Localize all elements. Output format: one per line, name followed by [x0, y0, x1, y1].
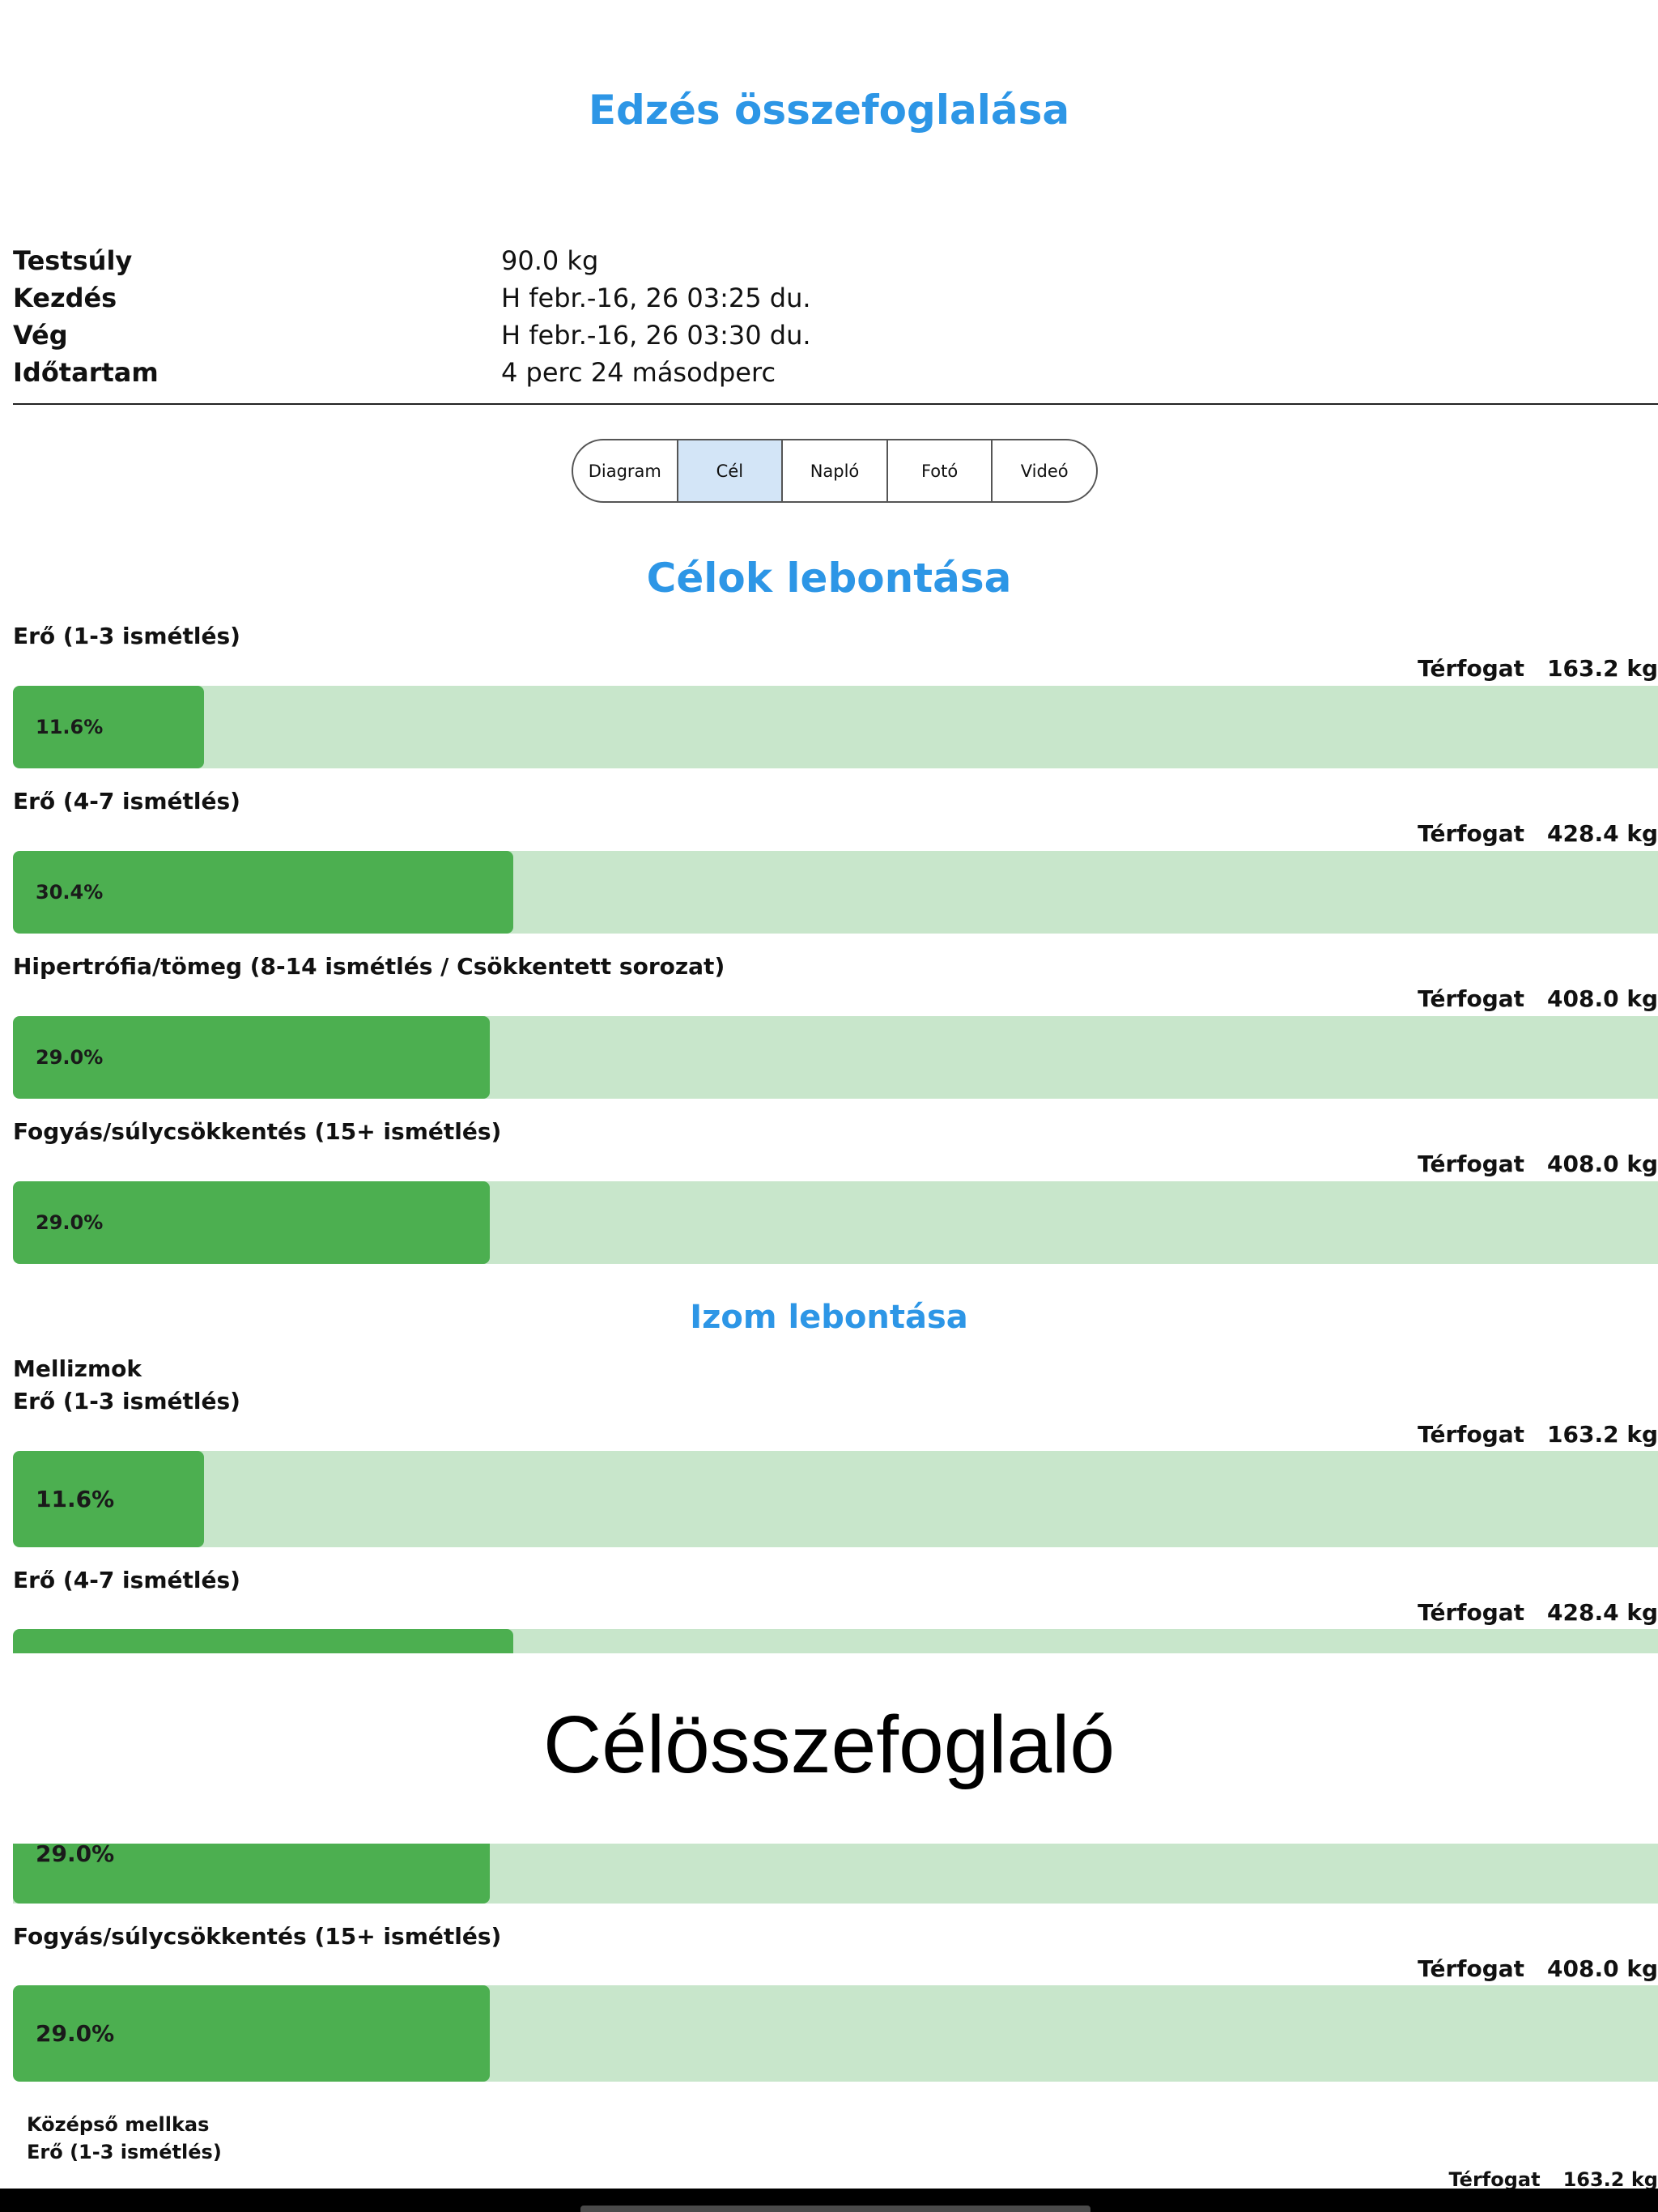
- muscle-volume: Térfogat 428.4 kg: [1418, 1597, 1658, 1629]
- volume-label: Térfogat: [1418, 1599, 1525, 1626]
- tab-goal[interactable]: Cél: [678, 440, 784, 501]
- volume-label: Térfogat: [1418, 820, 1525, 847]
- volume-value: 408.0 kg: [1547, 985, 1658, 1012]
- volume-label: Térfogat: [1418, 1421, 1525, 1448]
- muscle-goal-label: Erő (4-7 ismétlés): [13, 1567, 240, 1593]
- muscle-goal-label: Erő (1-3 ismétlés): [13, 1388, 240, 1414]
- muscle-volume: Térfogat 408.0 kg: [1418, 1953, 1658, 1985]
- info-value-duration: 4 perc 24 másodperc: [501, 357, 776, 388]
- progress-percent: 30.4%: [36, 881, 104, 904]
- volume-value: 408.0 kg: [1547, 1955, 1658, 1982]
- progress-percent: 11.6%: [36, 1486, 115, 1512]
- muscle-progress-bar: 29.0%: [13, 1844, 1658, 1904]
- goal-progress-bar: 29.0%: [13, 1016, 1658, 1099]
- info-value-start: H febr.-16, 26 03:25 du.: [501, 283, 811, 313]
- volume-label: Térfogat: [1418, 1151, 1525, 1177]
- volume-value: 163.2 kg: [1562, 2168, 1658, 2191]
- segmented-control: Diagram Cél Napló Fotó Videó: [572, 439, 1098, 503]
- progress-percent: 29.0%: [36, 1211, 104, 1234]
- muscle-goal-label: Erő (1-3 ismétlés): [27, 2141, 222, 2163]
- muscle-progress-bar: 11.6%: [13, 1451, 1658, 1547]
- volume-value: 163.2 kg: [1547, 1421, 1658, 1448]
- volume-value: 163.2 kg: [1547, 655, 1658, 682]
- goal-label: Hipertrófia/tömeg (8-14 ismétlés / Csökk…: [13, 953, 725, 980]
- info-label-duration: Időtartam: [13, 357, 159, 388]
- tab-log[interactable]: Napló: [783, 440, 888, 501]
- volume-value: 408.0 kg: [1547, 1151, 1658, 1177]
- progress-percent: 11.6%: [36, 716, 104, 738]
- page-title: Edzés összefoglalása: [588, 87, 1070, 134]
- muscle-goal-label: Fogyás/súlycsökkentés (15+ ismétlés): [13, 1923, 502, 1950]
- divider: [13, 403, 1658, 405]
- progress-percent: 29.0%: [36, 2020, 115, 2047]
- volume-label: Térfogat: [1418, 655, 1525, 682]
- goals-section-title: Célok lebontása: [646, 555, 1012, 602]
- home-indicator[interactable]: [580, 2206, 1090, 2212]
- goal-volume: Térfogat 163.2 kg: [1418, 653, 1658, 685]
- tab-diagram[interactable]: Diagram: [573, 440, 678, 501]
- goal-volume: Térfogat 428.4 kg: [1418, 818, 1658, 850]
- info-value-bodyweight: 90.0 kg: [501, 245, 599, 276]
- goal-label: Fogyás/súlycsökkentés (15+ ismétlés): [13, 1118, 502, 1145]
- volume-label: Térfogat: [1418, 1955, 1525, 1982]
- info-label-bodyweight: Testsúly: [13, 245, 133, 276]
- volume-value: 428.4 kg: [1547, 820, 1658, 847]
- volume-value: 428.4 kg: [1547, 1599, 1658, 1626]
- goal-volume: Térfogat 408.0 kg: [1418, 1148, 1658, 1180]
- info-label-start: Kezdés: [13, 283, 117, 313]
- tab-video[interactable]: Videó: [993, 440, 1096, 501]
- muscle-volume: Térfogat 163.2 kg: [1418, 1419, 1658, 1451]
- goal-label: Erő (4-7 ismétlés): [13, 788, 240, 815]
- muscles-section-title: Izom lebontása: [690, 1299, 968, 1336]
- progress-percent: 29.0%: [36, 1046, 104, 1069]
- volume-label: Térfogat: [1418, 985, 1525, 1012]
- muscle-progress-bar: 29.0%: [13, 1985, 1658, 2082]
- goal-progress-bar: 30.4%: [13, 851, 1658, 934]
- caption-text: Célösszefoglaló: [543, 1699, 1115, 1790]
- goal-progress-bar: 11.6%: [13, 686, 1658, 768]
- volume-label: Térfogat: [1448, 2168, 1541, 2191]
- progress-percent: 29.0%: [36, 1844, 115, 1867]
- info-value-end: H febr.-16, 26 03:30 du.: [501, 320, 811, 351]
- goal-label: Erő (1-3 ismétlés): [13, 623, 240, 649]
- info-label-end: Vég: [13, 320, 68, 351]
- goal-volume: Térfogat 408.0 kg: [1418, 983, 1658, 1015]
- muscle-group-name: Középső mellkas: [27, 2113, 210, 2136]
- muscle-group-name: Mellizmok: [13, 1355, 142, 1382]
- tab-photo[interactable]: Fotó: [888, 440, 993, 501]
- goal-progress-bar: 29.0%: [13, 1181, 1658, 1264]
